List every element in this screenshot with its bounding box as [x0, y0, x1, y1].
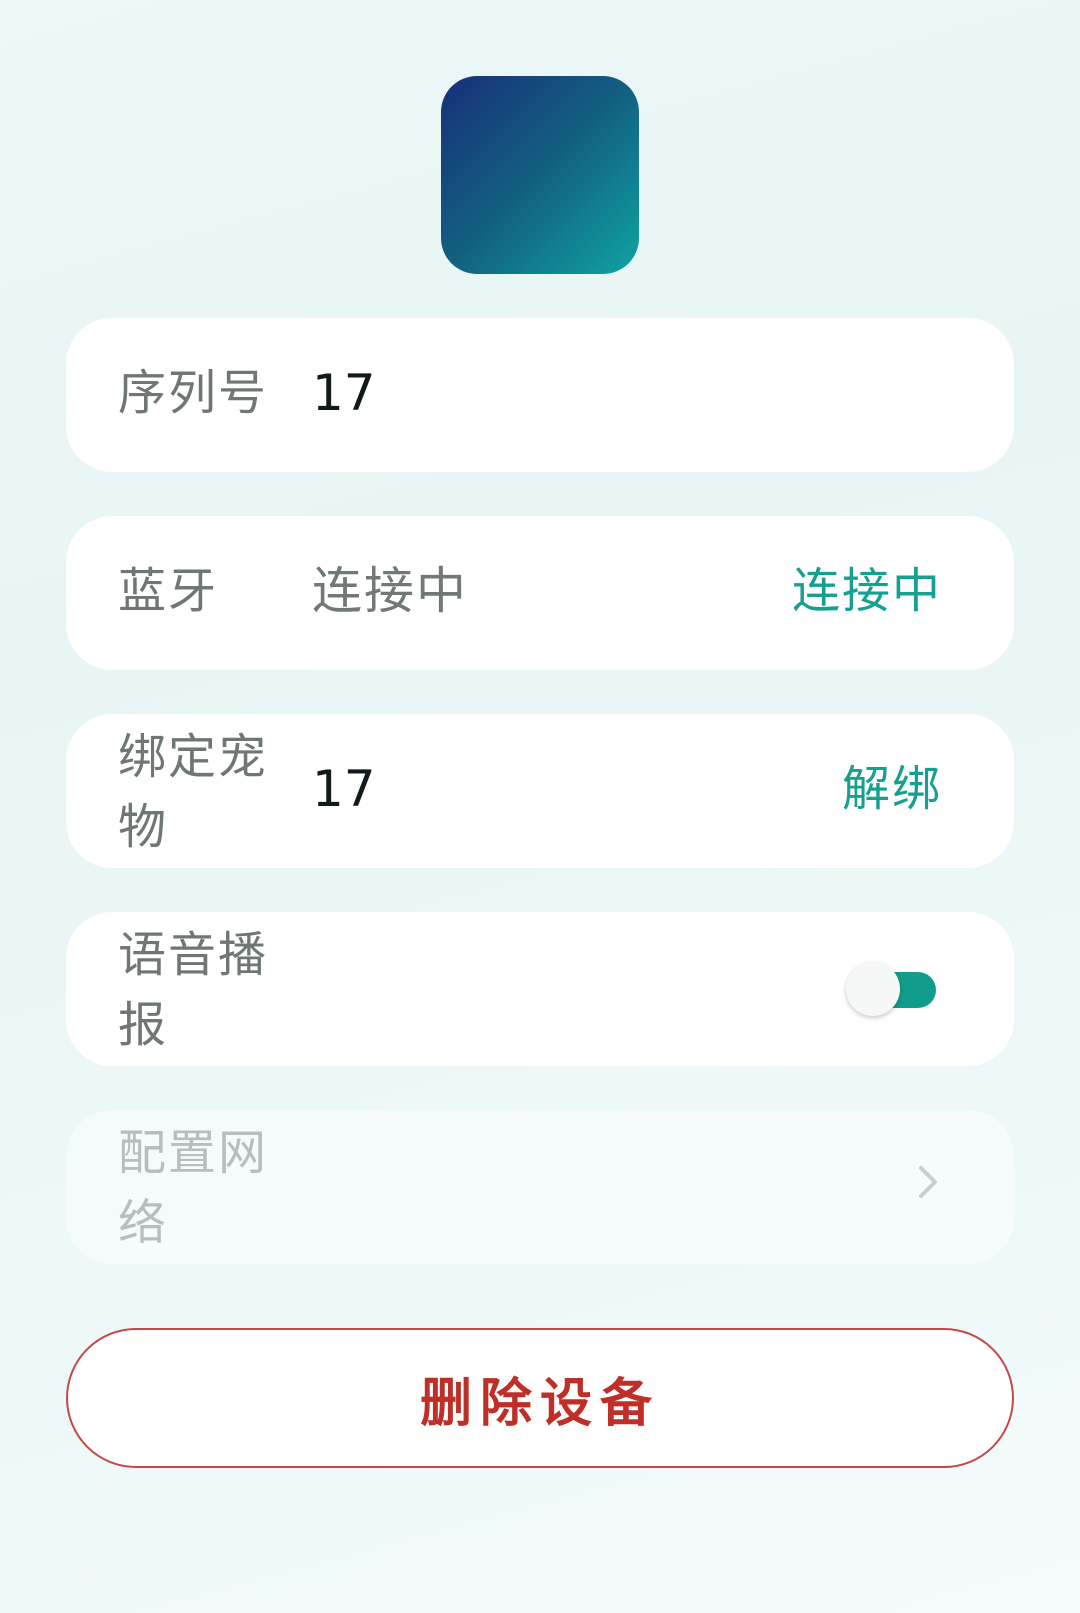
bluetooth-row: 蓝牙 连接中 连接中 [66, 516, 1014, 670]
voice-broadcast-toggle[interactable] [846, 962, 936, 1016]
delete-device-label: 删除设备 [419, 1373, 660, 1434]
bind-pet-row: 绑定宠物 17 解绑 [66, 714, 1014, 868]
serial-number-label: 序列号 [118, 365, 269, 421]
bluetooth-status: 连接中 [312, 562, 468, 620]
toggle-thumb [846, 962, 900, 1016]
serial-number-value: 17 [312, 364, 376, 422]
delete-device-button[interactable]: 删除设备 [66, 1328, 1014, 1468]
chevron-right-icon [919, 1166, 937, 1198]
unbind-button[interactable]: 解绑 [842, 754, 942, 824]
bluetooth-label: 蓝牙 [118, 563, 219, 619]
configure-network-label: 配置网络 [118, 1125, 269, 1251]
bind-pet-value: 17 [312, 760, 376, 818]
voice-broadcast-label: 语音播报 [118, 927, 269, 1053]
bind-pet-label: 绑定宠物 [118, 729, 269, 855]
device-image-icon [441, 76, 639, 274]
voice-broadcast-row: 语音播报 [66, 912, 1014, 1066]
bluetooth-connect-button[interactable]: 连接中 [792, 556, 942, 626]
serial-number-row: 序列号 17 [66, 318, 1014, 472]
configure-network-row[interactable]: 配置网络 [66, 1110, 1014, 1264]
